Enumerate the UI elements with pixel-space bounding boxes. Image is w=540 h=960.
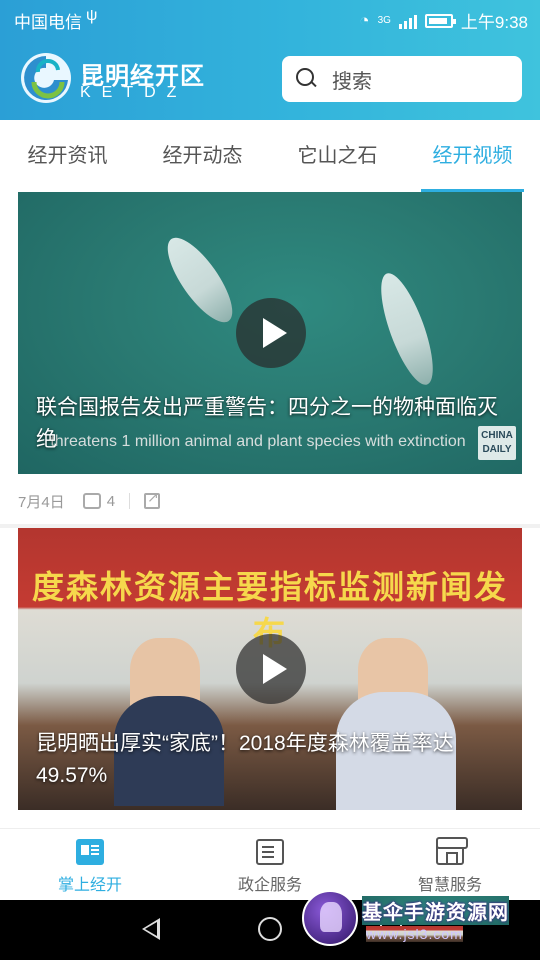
store-icon bbox=[436, 837, 468, 865]
watermark-title: 基伞手游资源网 bbox=[362, 896, 509, 925]
whale-image bbox=[156, 228, 244, 332]
category-tabs: 经开资讯 经开动态 它山之石 经开视频 bbox=[0, 120, 540, 192]
watermark-logo-icon bbox=[302, 890, 358, 946]
network-type: 3G bbox=[377, 15, 391, 26]
play-icon[interactable] bbox=[236, 634, 306, 704]
status-right: ◔ 3G 上午9:38 bbox=[359, 8, 528, 33]
usb-icon: ψ bbox=[86, 7, 98, 24]
back-icon[interactable] bbox=[142, 918, 160, 940]
nav-label: 掌上经开 bbox=[57, 877, 122, 894]
video-title: 联合国报告发出严重警告：四分之一的物种面临灭绝 bbox=[36, 396, 498, 451]
nav-item-home[interactable]: 掌上经开 bbox=[0, 829, 180, 900]
video-title: 昆明晒出厚实“家底”！2018年度森林覆盖率达49.57% bbox=[36, 732, 454, 787]
home-icon[interactable] bbox=[258, 917, 282, 941]
wifi-icon: ◔ bbox=[359, 10, 370, 30]
like-count: 4 bbox=[106, 492, 116, 510]
status-bar: 中国电信 ψ ◔ 3G 上午9:38 bbox=[0, 0, 540, 36]
search-icon bbox=[296, 68, 318, 90]
battery-icon bbox=[424, 13, 456, 28]
video-card[interactable]: 度森林资源主要指标监测新闻发布 昆明晒出厚实“家底”！2018年度森林覆盖率达4… bbox=[18, 528, 522, 810]
share-icon[interactable] bbox=[144, 489, 161, 509]
watermark-url: www.jsl3.com bbox=[366, 926, 463, 942]
tab-videos[interactable]: 经开视频 bbox=[405, 120, 540, 192]
gov-service-icon bbox=[256, 839, 284, 865]
app-logo-icon bbox=[21, 53, 71, 103]
like-icon[interactable] bbox=[82, 493, 101, 509]
brand-subtitle: KETDZ bbox=[80, 84, 188, 101]
clock: 上午9:38 bbox=[460, 13, 528, 32]
play-icon[interactable] bbox=[236, 298, 306, 368]
news-icon bbox=[76, 839, 104, 865]
video-meta: 7月4日 4 bbox=[18, 474, 522, 528]
meta-separator bbox=[129, 493, 131, 509]
carrier-label: 中国电信 bbox=[14, 13, 82, 32]
video-thumbnail[interactable]: threatens 1 million animal and plant spe… bbox=[18, 192, 522, 474]
app-header: 中国电信 ψ ◔ 3G 上午9:38 昆明经开区 KETDZ 搜索 bbox=[0, 0, 540, 120]
search-bar[interactable]: 搜索 bbox=[282, 56, 522, 102]
post-date: 7月4日 bbox=[18, 493, 65, 511]
video-thumbnail[interactable]: 度森林资源主要指标监测新闻发布 昆明晒出厚实“家底”！2018年度森林覆盖率达4… bbox=[18, 528, 522, 810]
video-card[interactable]: threatens 1 million animal and plant spe… bbox=[18, 192, 522, 528]
tab-news[interactable]: 经开资讯 bbox=[0, 120, 135, 192]
whale-image bbox=[370, 267, 444, 391]
tab-other-stones[interactable]: 它山之石 bbox=[270, 120, 405, 192]
tab-dynamics[interactable]: 经开动态 bbox=[135, 120, 270, 192]
search-placeholder: 搜索 bbox=[332, 70, 372, 93]
watermark: 基伞手游资源网 www.jsl3.com bbox=[302, 890, 540, 960]
signal-icon bbox=[398, 13, 417, 29]
